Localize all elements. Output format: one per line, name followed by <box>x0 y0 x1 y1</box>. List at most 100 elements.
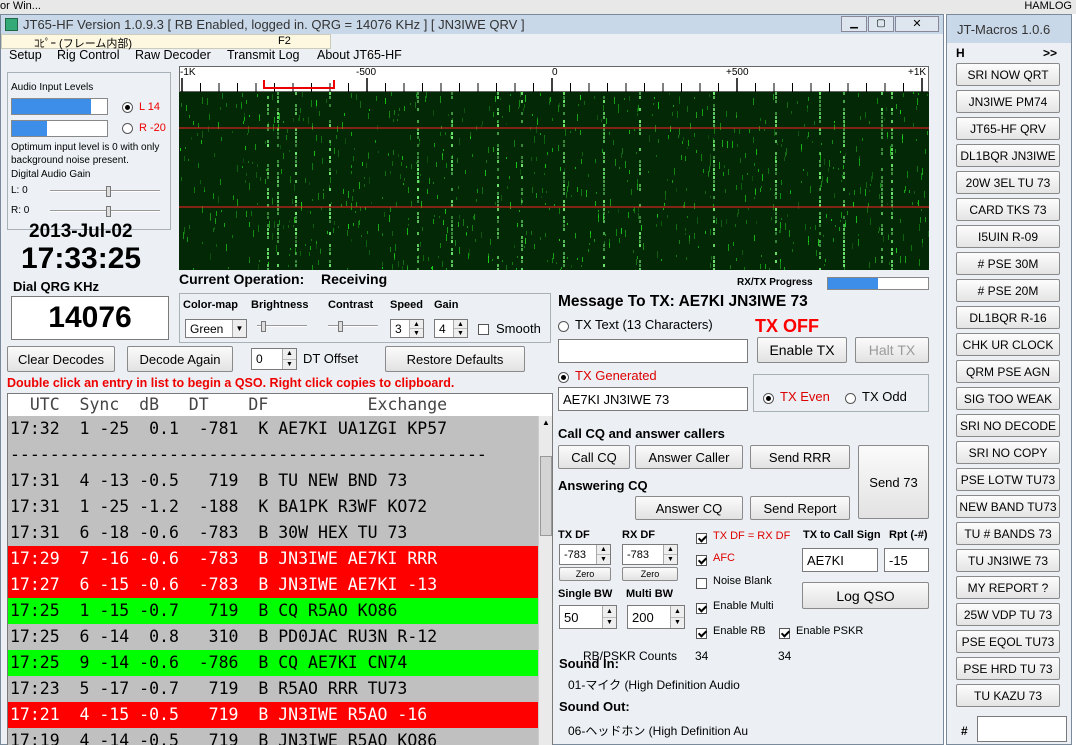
macro-button[interactable]: JT65-HF QRV <box>956 117 1060 140</box>
scroll-up-arrow[interactable]: ▲ <box>539 416 552 430</box>
waterfall-display[interactable] <box>179 92 929 270</box>
minimize-button[interactable]: ▁ <box>841 16 867 32</box>
macro-button[interactable]: SRI NO DECODE <box>956 414 1060 437</box>
left-channel-radio[interactable] <box>122 102 133 113</box>
macro-button[interactable]: # PSE 30M <box>956 252 1060 275</box>
dial-qrg-field[interactable]: 14076 <box>11 296 169 340</box>
enable-tx-button[interactable]: Enable TX <box>757 337 847 363</box>
macro-button[interactable]: CHK UR CLOCK <box>956 333 1060 356</box>
hamlog-label[interactable]: HAMLOG <box>1024 0 1072 12</box>
macro-button[interactable]: TU JN3IWE 73 <box>956 549 1060 572</box>
decode-row[interactable]: 17:19 4 -14 -0.5 719 B JN3IWE R5AO KO86 <box>8 728 538 745</box>
enable-pskr-checkbox[interactable] <box>779 626 790 640</box>
tx-df-zero-button[interactable]: Zero <box>559 567 611 581</box>
speed-spinner[interactable]: 3 ▲ ▼ <box>390 319 424 338</box>
to-call-field[interactable]: AE7KI <box>802 548 878 572</box>
smooth-checkbox[interactable] <box>478 323 489 335</box>
macro-button[interactable]: I5UIN R-09 <box>956 225 1060 248</box>
colormap-select[interactable]: Green ▼ <box>185 319 247 338</box>
clear-decodes-button[interactable]: Clear Decodes <box>7 346 115 372</box>
rx-df-spinner[interactable]: -783 ▲ ▼ <box>622 544 678 565</box>
macro-button[interactable]: 25W VDP TU 73 <box>956 603 1060 626</box>
decode-row[interactable]: 17:25 9 -14 -0.6 -786 B CQ AE7KI CN74 <box>8 650 538 676</box>
macro-button[interactable]: CARD TKS 73 <box>956 198 1060 221</box>
macro-button[interactable]: MY REPORT ? <box>956 576 1060 599</box>
tx-generated-radio[interactable] <box>558 370 569 384</box>
afc-checkbox[interactable] <box>696 553 707 567</box>
right-channel-radio[interactable] <box>122 123 133 134</box>
close-button[interactable]: ✕ <box>895 16 939 32</box>
decode-row[interactable]: ----------------------------------------… <box>8 442 538 468</box>
tx-even-radio[interactable] <box>763 391 774 405</box>
decode-row[interactable]: 17:25 1 -15 -0.7 719 B CQ R5AO KO86 <box>8 598 538 624</box>
decode-row[interactable]: 17:21 4 -15 -0.5 719 B JN3IWE R5AO -16 <box>8 702 538 728</box>
contrast-slider[interactable] <box>328 321 378 332</box>
menu-about[interactable]: About JT65-HF <box>317 48 402 62</box>
decode-row[interactable]: 17:31 1 -25 -1.2 -188 K BA1PK R3WF KO72 <box>8 494 538 520</box>
restore-defaults-button[interactable]: Restore Defaults <box>385 346 525 372</box>
decode-list[interactable]: UTC Sync dB DT DF Exchange 17:32 1 -25 0… <box>7 393 553 745</box>
decode-row[interactable]: 17:25 6 -14 0.8 310 B PD0JAC RU3N R-12 <box>8 624 538 650</box>
tx-odd-radio[interactable] <box>845 391 856 405</box>
rpt-field[interactable]: -15 <box>884 548 929 572</box>
macro-button[interactable]: SRI NO COPY <box>956 441 1060 464</box>
macro-button[interactable]: PSE LOTW TU73 <box>956 468 1060 491</box>
decode-list-scrollbar[interactable]: ▲ <box>538 416 552 745</box>
send-73-button[interactable]: Send 73 <box>858 445 929 519</box>
gain-spinner[interactable]: 4 ▲ ▼ <box>434 319 468 338</box>
answer-caller-button[interactable]: Answer Caller <box>635 445 743 469</box>
gain-r-slider[interactable] <box>50 206 160 217</box>
macro-button[interactable]: PSE HRD TU 73 <box>956 657 1060 680</box>
menu-transmit-log[interactable]: Transmit Log <box>227 48 299 62</box>
decode-row[interactable]: 17:27 6 -15 -0.6 -783 B JN3IWE AE7KI -13 <box>8 572 538 598</box>
macro-button[interactable]: DL1BQR JN3IWE <box>956 144 1060 167</box>
macro-button[interactable]: TU # BANDS 73 <box>956 522 1060 545</box>
menu-setup[interactable]: Setup <box>9 48 42 62</box>
call-cq-button[interactable]: Call CQ <box>558 445 630 469</box>
noise-blank-checkbox[interactable] <box>696 576 707 590</box>
txdf-eq-rxdf-checkbox[interactable] <box>696 531 707 545</box>
macro-button[interactable]: QRM PSE AGN <box>956 360 1060 383</box>
rx-df-zero-button[interactable]: Zero <box>622 567 678 581</box>
gain-l-slider[interactable] <box>50 186 160 197</box>
log-qso-button[interactable]: Log QSO <box>802 582 929 609</box>
scroll-thumb[interactable] <box>540 456 552 536</box>
menu-rig-control[interactable]: Rig Control <box>57 48 120 62</box>
macro-button[interactable]: TU KAZU 73 <box>956 684 1060 707</box>
decode-row[interactable]: 17:23 5 -17 -0.7 719 B R5AO RRR TU73 <box>8 676 538 702</box>
maximize-button[interactable]: ▢ <box>868 16 894 32</box>
single-bw-spinner[interactable]: 50 ▲ ▼ <box>559 605 617 629</box>
decode-row[interactable]: 17:29 7 -16 -0.6 -783 B JN3IWE AE7KI RRR <box>8 546 538 572</box>
decode-row[interactable]: 17:31 4 -13 -0.5 719 B TU NEW BND 73 <box>8 468 538 494</box>
macro-button[interactable]: SIG TOO WEAK <box>956 387 1060 410</box>
decode-row[interactable]: 17:32 1 -25 0.1 -781 K AE7KI UA1ZGI KP57 <box>8 416 538 442</box>
enable-multi-checkbox[interactable] <box>696 601 707 615</box>
decode-row[interactable]: 17:31 6 -18 -0.6 -783 B 30W HEX TU 73 <box>8 520 538 546</box>
frequency-scale: -1K -500 0 +500 +1K <box>179 66 929 92</box>
macro-button[interactable]: JN3IWE PM74 <box>956 90 1060 113</box>
tx-text-radio[interactable] <box>558 319 569 333</box>
answer-cq-button[interactable]: Answer CQ <box>635 496 743 520</box>
chevron-down-icon[interactable]: ▼ <box>232 320 246 337</box>
macro-button[interactable]: PSE EQOL TU73 <box>956 630 1060 653</box>
macro-button[interactable]: DL1BQR R-16 <box>956 306 1060 329</box>
send-report-button[interactable]: Send Report <box>750 496 850 520</box>
macro-button[interactable]: 20W 3EL TU 73 <box>956 171 1060 194</box>
macros-input[interactable] <box>977 716 1067 742</box>
macros-more-button[interactable]: >> <box>1043 46 1057 60</box>
dt-offset-spinner[interactable]: 0 ▲ ▼ <box>251 348 297 370</box>
multi-bw-spinner[interactable]: 200 ▲ ▼ <box>627 605 685 629</box>
send-rrr-button[interactable]: Send RRR <box>750 445 850 469</box>
decode-again-button[interactable]: Decode Again <box>127 346 233 372</box>
macro-button[interactable]: # PSE 20M <box>956 279 1060 302</box>
menu-raw-decoder[interactable]: Raw Decoder <box>135 48 211 62</box>
brightness-slider[interactable] <box>257 321 307 332</box>
tx-df-spinner[interactable]: -783 ▲ ▼ <box>559 544 611 565</box>
tx-generated-field[interactable]: AE7KI JN3IWE 73 <box>558 387 748 411</box>
macro-button[interactable]: SRI NOW QRT <box>956 63 1060 86</box>
macros-h-label[interactable]: H <box>956 46 965 60</box>
enable-rb-checkbox[interactable] <box>696 626 707 640</box>
halt-tx-button[interactable]: Halt TX <box>855 337 929 363</box>
macro-button[interactable]: NEW BAND TU73 <box>956 495 1060 518</box>
tx-text-input[interactable] <box>558 339 748 363</box>
